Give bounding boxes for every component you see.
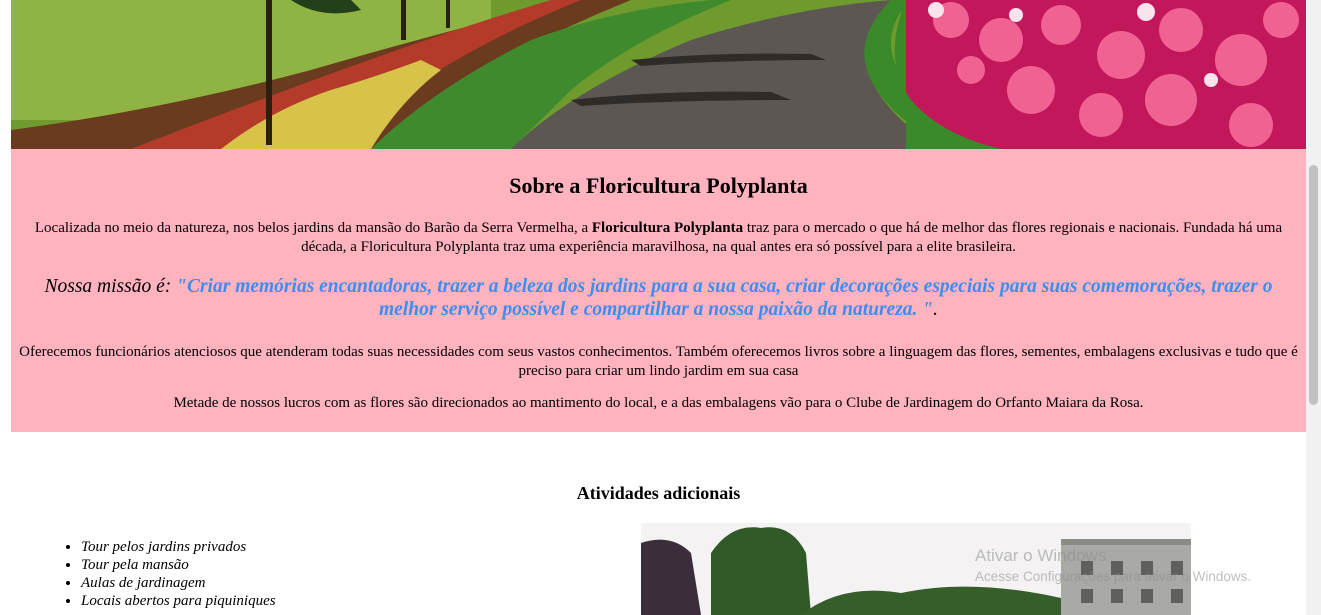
about-profits: Metade de nossos lucros com as flores sã… — [173, 395, 1144, 411]
mansion-photo — [641, 523, 1191, 615]
list-item: Aulas de jardinagem — [81, 574, 276, 592]
mission-quote: "Criar memórias encantadoras, trazer a b… — [176, 276, 1273, 320]
about-intro: Localizada no meio da natureza, nos belo… — [17, 219, 1300, 257]
activities-list: Tour pelos jardins privados Tour pela ma… — [42, 538, 276, 610]
about-intro-before: Localizada no meio da natureza, nos belo… — [34, 220, 592, 236]
garden-path-photo — [11, 0, 1306, 149]
mission-end: . — [933, 299, 939, 320]
list-item: Locais abertos para piquiniques — [81, 592, 276, 610]
activities-title: Atividades adicionais — [576, 483, 741, 503]
list-item: Tour pela mansão — [81, 556, 276, 574]
list-item: Tour pelos jardins privados — [81, 538, 276, 556]
scrollbar-thumb[interactable] — [1309, 165, 1318, 405]
about-section: Sobre a Floricultura Polyplanta Localiza… — [11, 149, 1306, 432]
about-intro-bold: Floricultura Polyplanta — [591, 220, 744, 236]
about-services: Oferecemos funcionários atenciosos que a… — [19, 344, 1298, 379]
about-title: Sobre a Floricultura Polyplanta — [509, 173, 808, 198]
mission-statement: Nossa missão é: "Criar memórias encantad… — [17, 275, 1300, 321]
mission-label: Nossa missão é: — [44, 276, 177, 297]
page: Sobre a Floricultura Polyplanta Localiza… — [0, 0, 1321, 615]
vertical-scrollbar[interactable] — [1306, 0, 1321, 615]
